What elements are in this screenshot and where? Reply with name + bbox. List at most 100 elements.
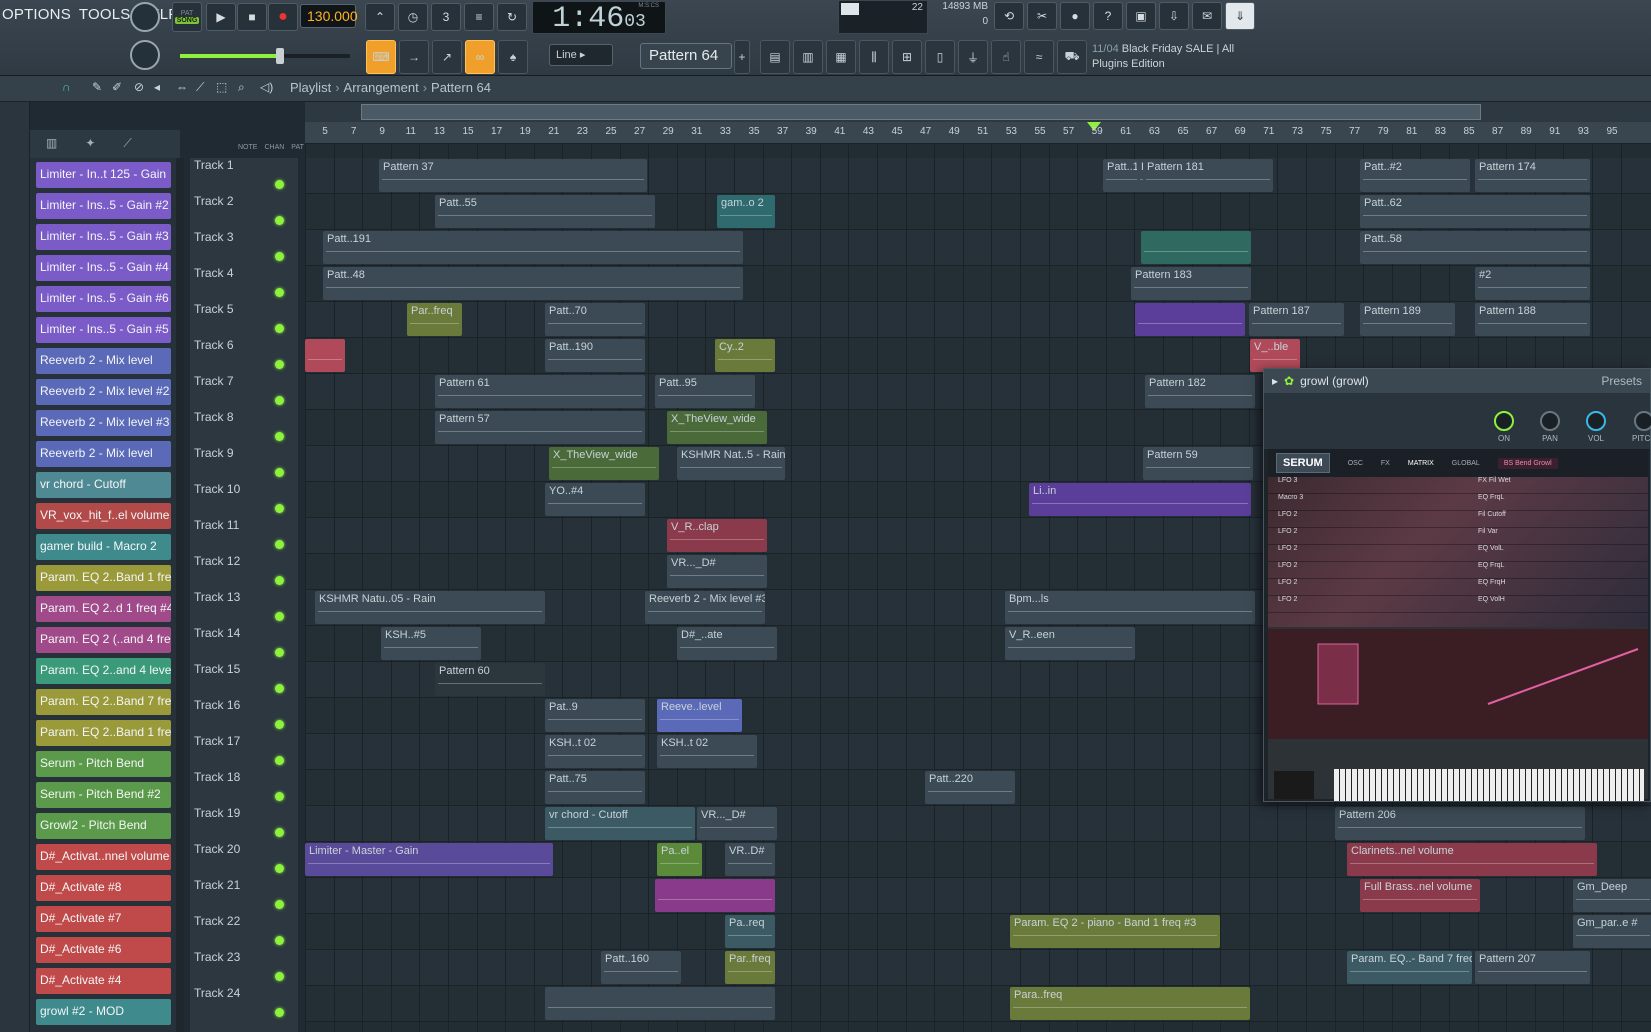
tab-matrix[interactable]: MATRIX (1408, 460, 1434, 467)
track-header[interactable]: Track 1 (194, 158, 294, 194)
track-header[interactable]: Track 22 (194, 914, 294, 950)
track-enable-led[interactable] (275, 576, 284, 585)
pattern-clip[interactable]: Pattern 183 (1131, 267, 1251, 300)
track-header[interactable]: Track 12 (194, 554, 294, 590)
shop-button[interactable]: ⛟ (1057, 40, 1087, 74)
pattern-clip[interactable]: Limiter - Master - Gain (305, 843, 553, 876)
plugin-knob[interactable]: PAN (1540, 411, 1560, 443)
track-enable-led[interactable] (275, 792, 284, 801)
matrix-source[interactable]: LFO 2 (1278, 528, 1338, 544)
browser-collapsed-strip[interactable] (0, 102, 30, 1032)
serum-ui[interactable]: SERUM OSC FX MATRIX GLOBAL BS Bend Growl… (1268, 449, 1648, 801)
pattern-clip[interactable]: Pattern 187 (1249, 303, 1344, 336)
matrix-row[interactable]: LFO 2 Fil Cutoff (1268, 511, 1648, 528)
speaker-icon[interactable]: ◁) (260, 80, 273, 94)
plugin-knob[interactable]: PITCH (1632, 411, 1651, 443)
pattern-clip[interactable]: Pattern 188 (1475, 303, 1590, 336)
link-button[interactable]: ∞ (465, 40, 495, 74)
pattern-clip[interactable]: Patt..190 (545, 339, 645, 372)
track-enable-led[interactable] (275, 720, 284, 729)
slip-icon[interactable]: ⇔ (176, 80, 188, 94)
matrix-row[interactable]: LFO 2 Fil Var (1268, 528, 1648, 545)
plugin-button[interactable]: ⏚ (958, 40, 988, 74)
master-pitch-slider[interactable] (180, 48, 350, 64)
pattern-clip[interactable]: Clarinets..nel volume (1347, 843, 1597, 876)
chat-button[interactable]: ✉ (1192, 2, 1222, 30)
pattern-clip[interactable]: X_TheView_wide (667, 411, 767, 444)
pattern-clip[interactable]: V_R..clap (667, 519, 767, 552)
metronome-button[interactable]: ⌃ (365, 3, 395, 31)
pattern-clip[interactable] (545, 987, 775, 1020)
pattern-clip[interactable]: Pattern 37 (379, 159, 647, 192)
pattern-clip[interactable]: Patt..191 (323, 231, 743, 264)
serum-preset-name[interactable]: BS Bend Growl (1497, 457, 1558, 469)
matrix-destination[interactable]: Fil Cutoff (1478, 511, 1538, 527)
pattern-clip[interactable]: Pattern 174 (1475, 159, 1590, 192)
matrix-destination[interactable]: EQ FrqL (1478, 494, 1538, 510)
pattern-clip[interactable]: Full Brass..nel volume (1360, 879, 1480, 912)
tab-global[interactable]: GLOBAL (1452, 460, 1480, 467)
track-header[interactable]: Track 23 (194, 950, 294, 986)
pattern-clip[interactable]: Patt..48 (323, 267, 743, 300)
pattern-clip[interactable]: Bpm...ls (1005, 591, 1255, 624)
undo-button[interactable]: ⟲ (994, 2, 1024, 30)
plugin-title-bar[interactable]: ▸ ✿ growl (growl) Presets (1264, 369, 1650, 393)
matrix-source[interactable]: LFO 3 (1278, 477, 1338, 493)
matrix-source[interactable]: Macro 3 (1278, 494, 1338, 510)
track-enable-led[interactable] (275, 936, 284, 945)
track-header[interactable]: Track 4 (194, 266, 294, 302)
track-enable-led[interactable] (275, 1008, 284, 1017)
breadcrumb-view[interactable]: Playlist (290, 80, 331, 95)
track-header[interactable]: Track 10 (194, 482, 294, 518)
automation-clip[interactable]: D#_Activate #7 (36, 906, 171, 932)
pattern-clip[interactable]: Patt..58 (1360, 231, 1590, 264)
automation-clip[interactable]: Reeverb 2 - Mix level (36, 348, 171, 374)
overview-viewport[interactable] (361, 104, 1481, 120)
pattern-clip[interactable]: Pa..req (725, 915, 775, 948)
pattern-selector[interactable]: Pattern 64 (640, 43, 732, 69)
piano-keyboard[interactable] (1334, 769, 1644, 801)
track-header[interactable]: Track 24 (194, 986, 294, 1022)
magnet-icon[interactable]: ∩ (62, 80, 71, 94)
track-enable-led[interactable] (275, 252, 284, 261)
automation-clip[interactable]: Limiter - Ins..5 - Gain #2 (36, 193, 171, 219)
track-enable-led[interactable] (275, 864, 284, 873)
pitch-knob[interactable] (130, 40, 160, 70)
snap-select[interactable]: Line ▸ (549, 44, 613, 66)
track-header[interactable]: Track 3 (194, 230, 294, 266)
plugin-knob[interactable]: ON (1494, 411, 1514, 443)
pitch-wheel[interactable] (1274, 771, 1314, 799)
pattern-clip[interactable]: Reeve..level (657, 699, 742, 732)
knob-dial[interactable] (1540, 411, 1560, 431)
master-volume-knob[interactable] (130, 2, 160, 32)
pattern-clip[interactable] (1141, 231, 1251, 264)
pattern-clip[interactable]: Li..in (1029, 483, 1251, 516)
matrix-destination[interactable]: FX Fil Wet (1478, 477, 1538, 493)
track-enable-led[interactable] (275, 900, 284, 909)
pat-song-toggle[interactable]: PAT SONG (172, 2, 202, 32)
cut-button[interactable]: ✂ (1027, 2, 1057, 30)
pattern-clip[interactable]: X_TheView_wide (549, 447, 659, 480)
track-header[interactable]: Track 19 (194, 806, 294, 842)
knob-dial[interactable] (1494, 411, 1514, 431)
track-header[interactable]: Track 16 (194, 698, 294, 734)
pattern-clip[interactable]: Patt..70 (545, 303, 645, 336)
matrix-source[interactable]: LFO 2 (1278, 579, 1338, 595)
step-edit-button[interactable]: → (399, 40, 429, 74)
track-enable-led[interactable] (275, 396, 284, 405)
download-button[interactable]: ⇓ (1225, 2, 1255, 30)
automation-clip[interactable]: D#_Activate #8 (36, 875, 171, 901)
paint-icon[interactable]: ✐ (112, 80, 122, 94)
render-button[interactable]: ⇩ (1159, 2, 1189, 30)
select-icon[interactable]: ⬚ (216, 80, 227, 94)
automation-clip[interactable]: Param. EQ 2..d 1 freq #4 (36, 596, 171, 622)
automation-clip[interactable]: Limiter - Ins..5 - Gain #6 (36, 286, 171, 312)
pattern-clip[interactable]: VR..._D# (667, 555, 767, 588)
track-enable-led[interactable] (275, 180, 284, 189)
audio-editor-button[interactable]: ≈ (1024, 40, 1054, 74)
automation-clip[interactable]: Limiter - Ins..5 - Gain #3 (36, 224, 171, 250)
pattern-clip[interactable]: VR..D# (725, 843, 775, 876)
pattern-clip[interactable]: Gm_par..e # (1573, 915, 1651, 948)
envelope-lfo-section[interactable] (1268, 629, 1648, 739)
matrix-destination[interactable]: Fil Var (1478, 528, 1538, 544)
